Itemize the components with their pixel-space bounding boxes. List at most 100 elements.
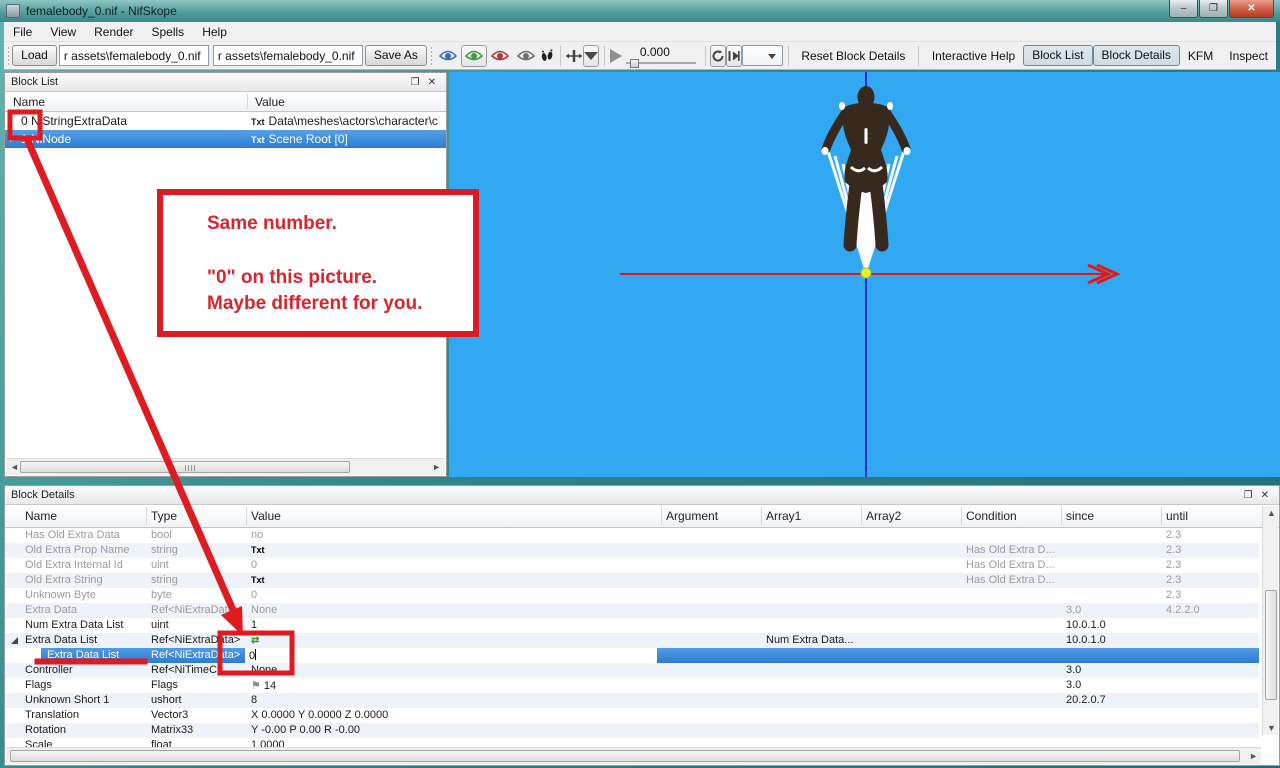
menu-item-help[interactable]: Help: [193, 23, 236, 41]
column-header-name[interactable]: Name: [25, 505, 57, 523]
footprints-icon[interactable]: [539, 45, 555, 67]
close-button[interactable]: ✕: [1229, 0, 1274, 18]
column-header-since[interactable]: since: [1066, 505, 1094, 523]
inspect-button[interactable]: Inspect: [1221, 49, 1276, 63]
cell-since: 3.0: [1066, 604, 1161, 616]
cell-type: Ref<NiExtraData>: [151, 649, 248, 661]
time-slider[interactable]: [626, 59, 696, 67]
load-button[interactable]: Load: [12, 45, 57, 66]
slider-thumb[interactable]: [630, 59, 639, 68]
float-panel-icon[interactable]: ❐: [1240, 490, 1257, 501]
menu-item-file[interactable]: File: [4, 23, 41, 41]
save-as-button[interactable]: Save As: [365, 45, 427, 66]
restore-button[interactable]: ❐: [1199, 0, 1228, 18]
scrollbar-thumb[interactable]: [20, 461, 350, 473]
block-details-row[interactable]: Extra Data ListRef<NiExtraData>0: [5, 648, 1259, 663]
block-list-hscrollbar[interactable]: ◄ ►: [6, 458, 445, 475]
loop-animation-button[interactable]: [710, 45, 726, 67]
save-path-input[interactable]: [213, 45, 363, 66]
cell-value: None: [251, 664, 581, 676]
scrollbar-thumb[interactable]: [10, 750, 1240, 762]
cell-since: 20.2.0.7: [1066, 694, 1161, 706]
scroll-left-icon[interactable]: ◄: [10, 462, 19, 472]
block-details-row[interactable]: TranslationVector3X 0.0000 Y 0.0000 Z 0.…: [5, 708, 1259, 723]
cell-name: Controller: [25, 664, 145, 676]
block-list-header: Name Value: [5, 92, 446, 112]
menu-item-render[interactable]: Render: [85, 23, 142, 41]
block-details-row[interactable]: Unknown Bytebyte02.3: [5, 588, 1259, 603]
eye-gray-icon[interactable]: [513, 45, 539, 67]
block-details-vscrollbar[interactable]: ▲ ▼: [1262, 506, 1278, 735]
cell-value: ⇄: [251, 634, 581, 646]
window-titlebar[interactable]: femalebody_0.nif - NifSkope – ❐ ✕: [0, 0, 1280, 22]
cell-type: string: [151, 574, 248, 586]
scrollbar-thumb[interactable]: [1265, 590, 1277, 700]
app-icon: [6, 4, 20, 18]
origin-dot: [861, 268, 871, 278]
close-panel-icon[interactable]: ✕: [424, 77, 440, 88]
cell-type: Vector3: [151, 709, 248, 721]
chevron-down-icon: [768, 54, 776, 59]
cell-type: Matrix33: [151, 724, 248, 736]
column-header-name[interactable]: Name: [13, 92, 45, 109]
block-details-row[interactable]: Unknown Short 1ushort820.2.0.7: [5, 693, 1259, 708]
column-header-until[interactable]: until: [1166, 505, 1188, 523]
cell-value: 8: [251, 694, 581, 706]
load-path-input[interactable]: [59, 45, 209, 66]
column-header-condition[interactable]: Condition: [966, 505, 1017, 523]
play-button[interactable]: [610, 45, 622, 67]
menu-item-spells[interactable]: Spells: [143, 23, 194, 41]
block-details-row[interactable]: FlagsFlags⚑143.0: [5, 678, 1259, 693]
block-details-row[interactable]: Extra DataRef<NiExtraData>None3.04.2.2.0: [5, 603, 1259, 618]
cell-until: 2.3: [1166, 574, 1256, 586]
block-details-row[interactable]: Num Extra Data Listuint110.0.1.0: [5, 618, 1259, 633]
block-list-toggle-button[interactable]: Block List: [1023, 45, 1092, 66]
column-header-value[interactable]: Value: [251, 505, 281, 523]
reset-block-details-button[interactable]: Reset Block Details: [793, 49, 913, 63]
scroll-right-icon[interactable]: ►: [432, 462, 441, 472]
axis-widget-icon[interactable]: [565, 45, 583, 67]
cell-name: Extra Data: [25, 604, 145, 616]
column-header-type[interactable]: Type: [151, 505, 177, 523]
eye-blue-icon[interactable]: [435, 45, 461, 67]
cell-until: 4.2.2.0: [1166, 604, 1256, 616]
block-details-row[interactable]: Old Extra StringstringTxtHas Old Extra D…: [5, 573, 1259, 588]
eye-red-icon[interactable]: [487, 45, 513, 67]
block-details-panel: Block Details ❐ ✕ NameTypeValueArgumentA…: [4, 485, 1280, 766]
cell-since: 3.0: [1066, 679, 1161, 691]
block-list-row[interactable]: 0 NiStringExtraDataTxtData\meshes\actors…: [5, 112, 446, 130]
value-edit-input[interactable]: 0: [245, 648, 657, 663]
float-panel-icon[interactable]: ❐: [407, 77, 424, 88]
scroll-up-icon[interactable]: ▲: [1267, 508, 1276, 518]
eye-green-icon[interactable]: [461, 45, 487, 67]
column-header-argument[interactable]: Argument: [666, 505, 718, 523]
close-panel-icon[interactable]: ✕: [1257, 490, 1273, 501]
viewport-3d[interactable]: [449, 72, 1280, 477]
block-details-row[interactable]: Has Old Extra Databoolno2.3: [5, 528, 1259, 543]
block-details-row[interactable]: RotationMatrix33Y -0.00 P 0.00 R -0.00: [5, 723, 1259, 738]
column-header-array2[interactable]: Array2: [866, 505, 901, 523]
column-header-array1[interactable]: Array1: [766, 505, 801, 523]
block-list-row[interactable]: 1 NiNodeTxtScene Root [0]: [5, 130, 446, 148]
minimize-button[interactable]: –: [1169, 0, 1198, 18]
scroll-right-icon[interactable]: ►: [1249, 751, 1258, 761]
block-details-hscrollbar[interactable]: ►: [6, 747, 1261, 764]
column-header-value[interactable]: Value: [255, 92, 285, 109]
block-details-row[interactable]: Old Extra Internal Iduint0Has Old Extra …: [5, 558, 1259, 573]
block-details-row[interactable]: Extra Data ListRef<NiExtraData>⇄Num Extr…: [5, 633, 1259, 648]
expand-arrow-icon[interactable]: [10, 134, 15, 142]
scroll-down-icon[interactable]: ▼: [1267, 723, 1276, 733]
block-details-row[interactable]: Old Extra Prop NamestringTxtHas Old Extr…: [5, 543, 1259, 558]
block-details-row[interactable]: ControllerRef<NiTimeC...None3.0: [5, 663, 1259, 678]
toolbar-drag-handle[interactable]: [430, 46, 432, 66]
block-details-toggle-button[interactable]: Block Details: [1093, 45, 1180, 66]
kfm-button[interactable]: KFM: [1180, 49, 1221, 63]
cell-condition: Has Old Extra D...: [966, 544, 1061, 556]
expand-arrow-icon[interactable]: [11, 637, 18, 644]
view-dropdown-button[interactable]: [583, 45, 599, 67]
toolbar-drag-handle[interactable]: [7, 46, 9, 66]
frames-button[interactable]: [726, 45, 742, 67]
animation-select[interactable]: [742, 45, 783, 66]
interactive-help-button[interactable]: Interactive Help: [924, 49, 1023, 63]
menu-item-view[interactable]: View: [41, 23, 85, 41]
